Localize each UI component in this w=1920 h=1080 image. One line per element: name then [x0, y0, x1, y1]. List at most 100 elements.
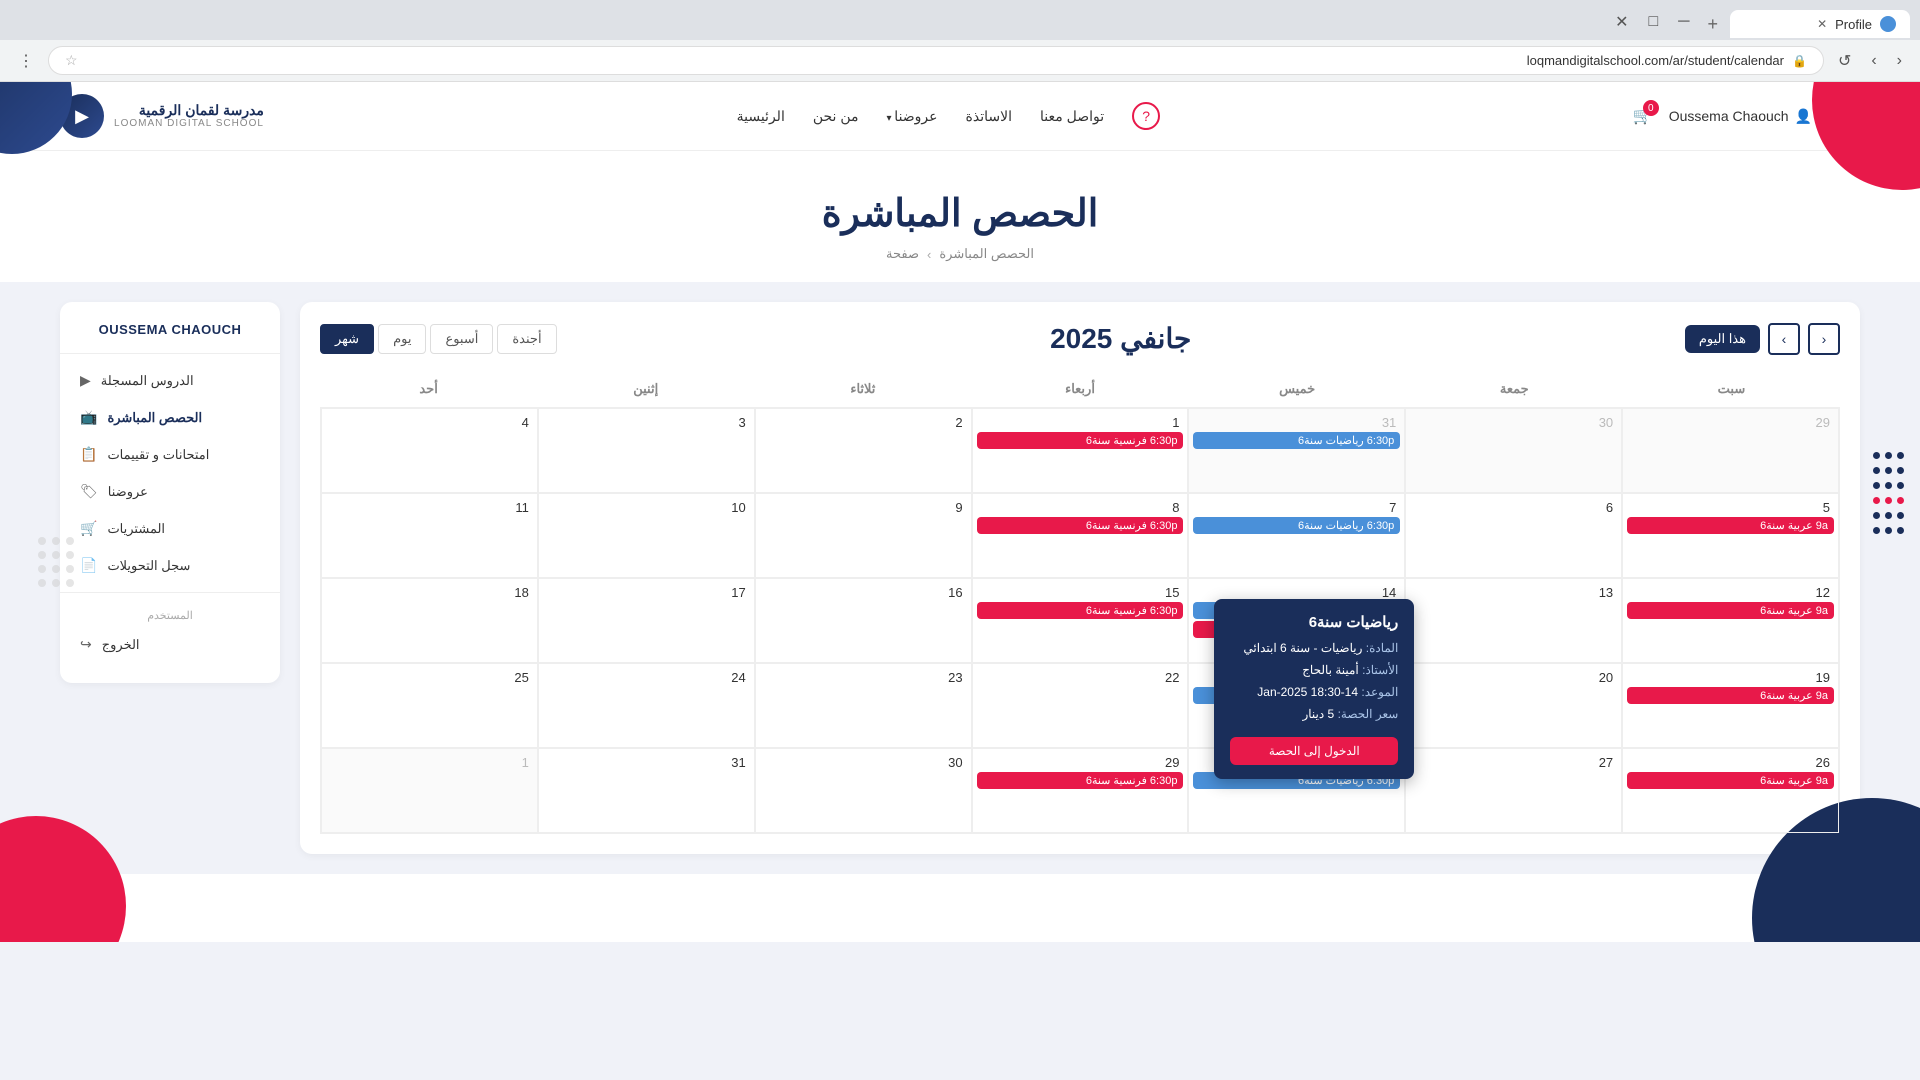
- sidebar-item-live[interactable]: الحصص المباشرة 📺: [60, 399, 280, 436]
- cal-cell-jan5: 5 9a عربية سنة6: [1622, 493, 1839, 578]
- purchases-label: المشتريات: [107, 521, 165, 537]
- view-day-button[interactable]: يوم: [378, 324, 426, 354]
- back-button[interactable]: ‹: [1891, 48, 1908, 74]
- page-header: الحصص المباشرة الحصص المباشرة › صفحة: [0, 151, 1920, 282]
- today-button[interactable]: هذا اليوم: [1685, 325, 1760, 353]
- sidebar-item-recorded[interactable]: الدروس المسجلة ▶: [60, 362, 280, 399]
- event-french-jan15[interactable]: 6:30p فرنسية سنة6: [977, 602, 1184, 619]
- tooltip-price-label: سعر الحصة:: [1338, 707, 1399, 721]
- close-window-button[interactable]: ✕: [1609, 8, 1634, 36]
- tooltip-date-label: الموعد:: [1361, 685, 1398, 699]
- new-tab-button[interactable]: +: [1699, 10, 1726, 39]
- tooltip-price-value: 5 دينار: [1302, 707, 1334, 721]
- cal-cell-dec29: 29: [1622, 408, 1839, 493]
- address-bar[interactable]: 🔒 loqmandigitalschool.com/ar/student/cal…: [48, 46, 1824, 75]
- cal-cell-jan4: 4: [321, 408, 538, 493]
- url-text: loqmandigitalschool.com/ar/student/calen…: [86, 53, 1784, 68]
- cal-cell-jan17: 17: [538, 578, 755, 663]
- sidebar-item-offers[interactable]: عروضنا 🏷: [60, 473, 280, 510]
- enter-session-button[interactable]: الدخول إلى الحصة: [1230, 737, 1398, 765]
- help-button[interactable]: ?: [1132, 102, 1160, 130]
- event-french-jan8[interactable]: 6:30p فرنسية سنة6: [977, 517, 1184, 534]
- cal-cell-jan12: 12 9a عربية سنة6: [1622, 578, 1839, 663]
- event-french-jan29[interactable]: 6:30p فرنسية سنة6: [977, 772, 1184, 789]
- sidebar-item-logout[interactable]: الخروج ↪: [60, 626, 280, 663]
- tooltip-teacher-value: أمينة بالحاج: [1302, 663, 1359, 677]
- cal-next-button[interactable]: ›: [1768, 323, 1800, 355]
- sidebar-item-purchases[interactable]: المشتريات 🛒: [60, 510, 280, 547]
- minimize-button[interactable]: ─: [1672, 9, 1695, 35]
- event-arabic-jan5[interactable]: 9a عربية سنة6: [1627, 517, 1834, 534]
- nav-teachers[interactable]: الاساتذة: [966, 108, 1012, 125]
- tooltip-date: الموعد: 14-Jan-2025 18:30: [1230, 683, 1398, 701]
- cal-cell-jan2: 2: [755, 408, 972, 493]
- view-agenda-button[interactable]: أجندة: [497, 324, 556, 354]
- sidebar-item-transfers[interactable]: سجل التحويلات 📄: [60, 547, 280, 584]
- page-title: الحصص المباشرة: [20, 191, 1900, 236]
- cal-cell-jan27: 27: [1405, 748, 1622, 833]
- tooltip-subject: المادة: رياضيات - سنة 6 ابتدائي: [1230, 639, 1398, 657]
- cal-cell-jan16: 16: [755, 578, 972, 663]
- cart-icon[interactable]: 🛒 0: [1633, 106, 1653, 126]
- sidebar-item-exams[interactable]: امتحانات و تقييمات 📋: [60, 436, 280, 473]
- calendar-section: ‹ › هذا اليوم جانفي 2025 أجندة أسبوع يوم…: [300, 302, 1860, 854]
- recorded-label: الدروس المسجلة: [101, 373, 194, 389]
- cal-cell-jan10: 10: [538, 493, 755, 578]
- logo-text: مدرسة لقمان الرقمية LOOMAN DIGITAL SCHOO…: [114, 102, 264, 131]
- cal-cell-jan30: 30: [755, 748, 972, 833]
- cal-cell-jan29: 29 6:30p فرنسية سنة6: [972, 748, 1189, 833]
- browser-chrome: Profile ✕ + ─ □ ✕ ‹ › ↺ 🔒 loqmandigitals…: [0, 0, 1920, 82]
- tab-title: Profile: [1835, 17, 1872, 32]
- active-tab[interactable]: Profile ✕: [1730, 10, 1910, 38]
- nav-about[interactable]: من نحن: [813, 108, 859, 125]
- nav-contact[interactable]: تواصل معنا: [1040, 108, 1104, 125]
- event-arabic-jan19[interactable]: 9a عربية سنة6: [1627, 687, 1834, 704]
- calendar-header: ‹ › هذا اليوم جانفي 2025 أجندة أسبوع يوم…: [320, 322, 1840, 355]
- cal-cell-jan19: 19 9a عربية سنة6: [1622, 663, 1839, 748]
- tab-favicon: [1880, 16, 1896, 32]
- event-french-jan1[interactable]: 6:30p فرنسية سنة6: [977, 432, 1184, 449]
- event-arabic-jan26[interactable]: 9a عربية سنة6: [1627, 772, 1834, 789]
- cal-cell-jan11: 11: [321, 493, 538, 578]
- event-math-jan7[interactable]: 6:30p رياضيات سنة6: [1193, 517, 1400, 534]
- cal-cell-jan13: 13: [1405, 578, 1622, 663]
- view-week-button[interactable]: أسبوع: [430, 324, 493, 354]
- cal-body: 29 30 31 6:30p رياضيات سنة6 1 6:30p فرنس…: [320, 407, 1840, 834]
- view-toggle: أجندة أسبوع يوم شهر: [320, 324, 557, 354]
- tab-close-button[interactable]: ✕: [1817, 17, 1827, 31]
- cal-cell-jan24: 24: [538, 663, 755, 748]
- cal-cell-jan18: 18: [321, 578, 538, 663]
- logout-label: الخروج: [102, 637, 140, 653]
- offers-label: عروضنا: [108, 484, 148, 500]
- event-arabic-jan12[interactable]: 9a عربية سنة6: [1627, 602, 1834, 619]
- tooltip-date-value: 14-Jan-2025 18:30: [1257, 685, 1358, 699]
- bookmark-icon[interactable]: ☆: [65, 52, 78, 69]
- cal-prev-button[interactable]: ‹: [1808, 323, 1840, 355]
- cal-days-header: سبت جمعة خميس أربعاء ثلاثاء إثنين أحد: [320, 375, 1840, 403]
- site-wrapper: O 👤 Oussema Chaouch 🛒 0 ? تواصل معنا الا…: [0, 82, 1920, 942]
- nav-home[interactable]: الرئيسية: [737, 108, 785, 125]
- sidebar-divider: [60, 592, 280, 593]
- exams-label: امتحانات و تقييمات: [107, 447, 209, 463]
- cal-cell-jan14: 14 6:30p رياض سنة6 فرنسية سنة6 رياضيات س…: [1188, 578, 1405, 663]
- user-name: 👤 Oussema Chaouch: [1669, 108, 1812, 125]
- purchases-icon: 🛒: [80, 520, 97, 537]
- cart-badge: 0: [1643, 100, 1659, 116]
- event-math-dec31[interactable]: 6:30p رياضيات سنة6: [1193, 432, 1400, 449]
- maximize-button[interactable]: □: [1642, 9, 1664, 35]
- forward-button[interactable]: ›: [1865, 48, 1882, 74]
- tooltip-teacher-label: الأستاذ:: [1362, 663, 1398, 677]
- transfers-icon: 📄: [80, 557, 97, 574]
- breadcrumb-current: الحصص المباشرة: [939, 246, 1034, 262]
- nav-offers[interactable]: عروضنا: [886, 108, 937, 125]
- view-month-button[interactable]: شهر: [320, 324, 374, 354]
- day-name-tue: ثلاثاء: [754, 375, 971, 403]
- settings-button[interactable]: ⋮: [12, 47, 40, 75]
- logo-main: مدرسة لقمان الرقمية: [114, 102, 264, 119]
- top-nav: O 👤 Oussema Chaouch 🛒 0 ? تواصل معنا الا…: [0, 82, 1920, 151]
- logout-icon: ↪: [80, 636, 92, 653]
- refresh-button[interactable]: ↺: [1832, 47, 1857, 75]
- breadcrumb-sep: ›: [927, 247, 931, 262]
- tooltip-title: رياضيات سنة6: [1230, 613, 1398, 631]
- nav-links: ? تواصل معنا الاساتذة عروضنا من نحن الرئ…: [737, 102, 1161, 130]
